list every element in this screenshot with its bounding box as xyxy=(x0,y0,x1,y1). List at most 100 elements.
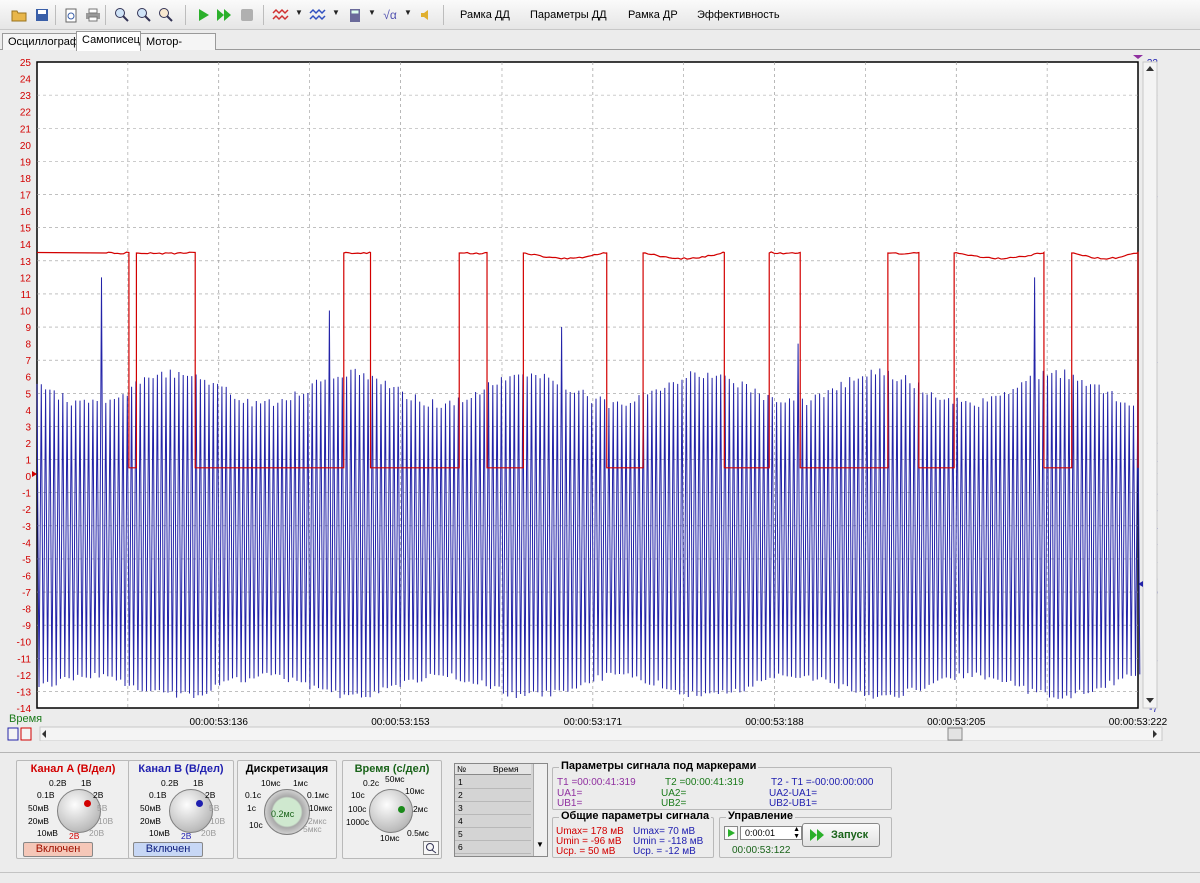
table-header-number: № xyxy=(457,764,466,774)
channel-b-title: Канал B (В/дел) xyxy=(129,763,233,775)
start-icon xyxy=(809,828,827,842)
left-tick-label: -4 xyxy=(22,538,31,549)
marker-table[interactable]: № Время 123456 ▼ xyxy=(454,763,548,857)
horizontal-scrollbar[interactable] xyxy=(40,727,1162,741)
general-params-title: Общие параметры сигнала xyxy=(559,810,711,822)
channel-a-enabled-button[interactable]: Включен xyxy=(23,842,93,857)
open-folder-icon[interactable] xyxy=(10,6,28,24)
x-tick-label: 00:00:53:153 xyxy=(371,717,430,728)
left-tick-label: 9 xyxy=(25,323,31,334)
left-tick-label: 3 xyxy=(25,422,31,433)
left-tick-label: -11 xyxy=(17,654,31,665)
left-tick-label: -5 xyxy=(22,555,31,566)
tab-oscilloscope[interactable]: Осциллограф xyxy=(2,33,77,50)
control-title: Управление xyxy=(726,810,795,822)
table-row[interactable]: 1 xyxy=(455,776,531,789)
tab-recorder[interactable]: Самописец xyxy=(76,31,141,51)
interval-input[interactable]: 0:00:01 ▲ ▼ xyxy=(740,826,802,840)
menu-frame-dd[interactable]: Рамка ДД xyxy=(460,9,510,21)
fast-forward-icon[interactable] xyxy=(215,6,233,24)
marker-t1: T1 =00:00:41:319 xyxy=(557,777,636,788)
table-row[interactable]: 3 xyxy=(455,802,531,815)
print-preview-icon[interactable] xyxy=(62,6,80,24)
left-tick-label: 14 xyxy=(20,240,32,251)
channel-b-zoom-button[interactable] xyxy=(8,728,18,740)
vertical-scrollbar[interactable] xyxy=(1143,62,1157,708)
left-tick-label: -12 xyxy=(17,671,32,682)
discretization-title: Дискретизация xyxy=(238,763,336,775)
filter-icon[interactable] xyxy=(272,6,290,24)
marker-ub1: UB1= xyxy=(557,798,582,809)
left-tick-label: -2 xyxy=(22,505,31,516)
x-tick-label: 00:00:53:171 xyxy=(564,717,623,728)
horizontal-scroll-thumb[interactable] xyxy=(948,728,962,740)
left-tick-label: 8 xyxy=(25,340,31,351)
left-tick-label: -9 xyxy=(22,621,31,632)
channel-a-title: Канал A (В/дел) xyxy=(17,763,129,775)
marker-dt: T2 - T1 =-00:00:00:000 xyxy=(771,777,873,788)
stop-icon[interactable] xyxy=(238,6,256,24)
zoom-out-icon[interactable] xyxy=(135,6,153,24)
left-tick-label: 13 xyxy=(20,257,32,268)
left-tick-label: 11 xyxy=(21,290,32,301)
left-tick-label: 16 xyxy=(20,207,32,218)
play-icon[interactable] xyxy=(195,6,213,24)
channel-a-zoom-button[interactable] xyxy=(21,728,31,740)
x-tick-label: 00:00:53:136 xyxy=(190,717,249,728)
control-group: Управление 0:00:01 ▲ ▼ 00:00:53:122 Запуск xyxy=(719,817,892,858)
x-tick-label: 00:00:53:188 xyxy=(745,717,804,728)
left-tick-label: 4 xyxy=(25,406,31,417)
time-group: Время (с/дел) 0.2с 50мс 10с 10мс 100с 2м… xyxy=(342,760,442,859)
zoom-in-icon[interactable] xyxy=(113,6,131,24)
left-tick-label: -13 xyxy=(17,687,32,698)
x-tick-label: 00:00:53:205 xyxy=(927,717,986,728)
time-zoom-button[interactable] xyxy=(423,841,439,855)
sound-icon[interactable] xyxy=(417,6,435,24)
left-tick-label: 17 xyxy=(20,191,32,202)
table-row[interactable]: 5 xyxy=(455,828,531,841)
channel-b-uavg: Uср. = -12 мВ xyxy=(633,846,696,857)
left-tick-label: 18 xyxy=(20,174,32,185)
channel-a-group: Канал A (В/дел) 0.2В 1В 0.1В 2В 50мВ 5В … xyxy=(16,760,130,859)
menu-frame-dr[interactable]: Рамка ДР xyxy=(628,9,678,21)
left-tick-label: 15 xyxy=(20,224,32,235)
control-play-button[interactable] xyxy=(724,826,738,840)
left-tick-label: -8 xyxy=(22,605,31,616)
left-tick-label: 23 xyxy=(20,91,32,102)
save-icon[interactable] xyxy=(33,6,51,24)
recorder-chart[interactable]: 25 24 23 22 21 20 19 18 17 16 15 14 13 12 11 10 9 8 7 6 5 4 3 2… xyxy=(0,51,1200,741)
left-tick-label: 19 xyxy=(20,157,32,168)
marker-ub2: UB2= xyxy=(661,798,686,809)
channel-b-group: Канал B (В/дел) 0.2В 1В 0.1В 2В 50мВ 5В … xyxy=(128,760,234,859)
table-scroll-down-icon[interactable]: ▼ xyxy=(536,840,544,849)
table-row[interactable]: 6 xyxy=(455,841,531,854)
calculator-icon[interactable] xyxy=(346,6,364,24)
start-button[interactable]: Запуск xyxy=(802,823,880,847)
channel-b-enabled-button[interactable]: Включен xyxy=(133,842,203,857)
filter-2-icon[interactable] xyxy=(309,6,327,24)
control-panel: Канал A (В/дел) 0.2В 1В 0.1В 2В 50мВ 5В … xyxy=(0,752,1200,872)
x-axis-label: Время xyxy=(9,713,42,725)
channel-a-uavg: Uср. = 50 мВ xyxy=(556,846,615,857)
left-tick-label: 7 xyxy=(25,356,31,367)
marker-params-title: Параметры сигнала под маркерами xyxy=(559,760,758,772)
chart-svg[interactable]: 2524232221201918171615141312111098765432… xyxy=(0,51,1200,741)
left-tick-label: 25 xyxy=(20,58,32,69)
zoom-fit-icon[interactable] xyxy=(157,6,175,24)
sqrt-icon[interactable]: √α xyxy=(381,6,399,24)
table-row[interactable]: 4 xyxy=(455,815,531,828)
tab-motor-tester[interactable]: Мотор-тестер xyxy=(140,33,216,50)
left-tick-label: -6 xyxy=(22,571,31,582)
x-tick-label: 00:00:53:222 xyxy=(1109,717,1168,728)
toolbar: ▼ ▼ ▼ √α ▼ Рамка ДД Параметры ДД Рамка Д… xyxy=(0,0,1200,30)
left-tick-label: 21 xyxy=(20,124,32,135)
menu-efficiency[interactable]: Эффективность xyxy=(697,9,780,21)
print-icon[interactable] xyxy=(84,6,102,24)
menu-params-dd[interactable]: Параметры ДД xyxy=(530,9,607,21)
table-row[interactable]: 2 xyxy=(455,789,531,802)
marker-params-group: Параметры сигнала под маркерами T1 =00:0… xyxy=(552,767,892,810)
table-header-time: Время xyxy=(493,764,519,774)
left-tick-label: 0 xyxy=(25,472,31,483)
left-tick-label: 2 xyxy=(25,439,31,450)
left-tick-label: 24 xyxy=(20,75,32,86)
